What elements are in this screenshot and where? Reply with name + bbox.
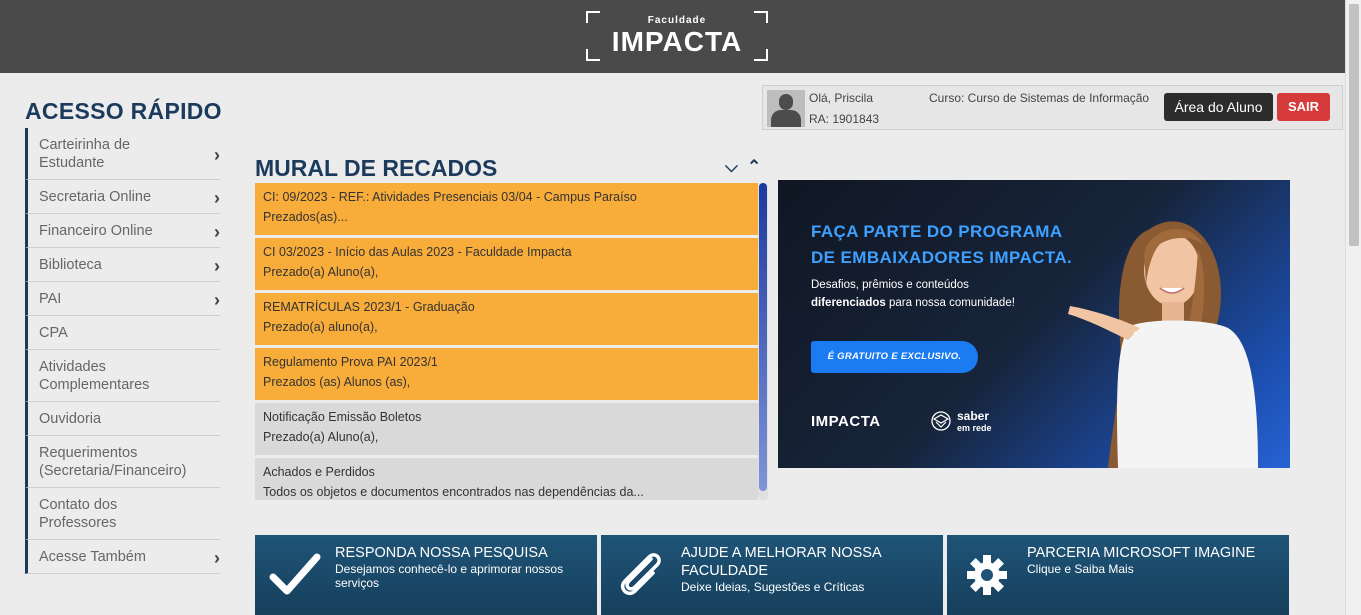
paperclip-icon — [620, 553, 661, 596]
banner-cta[interactable]: É GRATUITO E EXCLUSIVO. — [811, 341, 978, 373]
feedback-card[interactable]: AJUDE A MELHORAR NOSSA FACULDADE Deixe I… — [601, 535, 943, 615]
notice-title: REMATRÍCULAS 2023/1 - Graduação — [263, 300, 475, 314]
check-icon — [269, 553, 321, 595]
card-title: PARCERIA MICROSOFT IMAGINE — [1027, 545, 1256, 561]
notice-title: Regulamento Prova PAI 2023/1 — [263, 355, 438, 369]
notice-summary: Todos os objetos e documentos encontrado… — [263, 485, 644, 499]
logo-title: IMPACTA — [611, 26, 743, 57]
banner-text: Desafios, prêmios e conteúdos diferencia… — [811, 279, 1015, 309]
chevron-down-icon[interactable]: ⌵ — [725, 157, 738, 177]
quick-access-item[interactable]: Financeiro Online › — [25, 214, 220, 248]
user-course: Curso: Curso de Sistemas de Informação — [929, 91, 1150, 105]
quick-access-label: CPA — [39, 325, 68, 341]
user-panel: Olá, Priscila RA: 1901843 Curso: Curso d… — [762, 85, 1343, 130]
avatar — [767, 90, 805, 127]
user-greeting: Olá, Priscila — [809, 91, 874, 105]
quick-access-item[interactable]: Requerimentos (Secretaria/Financeiro) — [25, 436, 220, 488]
chevron-right-icon: › — [214, 547, 220, 568]
quick-access-label: Atividades Complementares — [39, 359, 150, 393]
quick-access-label: Secretaria Online — [39, 189, 152, 205]
notice-item[interactable]: REMATRÍCULAS 2023/1 - Graduação Prezado(a… — [255, 293, 758, 345]
quick-access-label: Acesse Também — [39, 549, 146, 565]
survey-card[interactable]: RESPONDA NOSSA PESQUISA Desejamos conhec… — [255, 535, 597, 615]
quick-access-label: Financeiro Online — [39, 223, 153, 239]
mural-title: MURAL DE RECADOS — [255, 155, 498, 181]
quick-access-label: Biblioteca — [39, 257, 102, 273]
mural-list: CI: 09/2023 - REF.: Atividades Presencia… — [255, 183, 769, 500]
quick-access-item[interactable]: Atividades Complementares — [25, 350, 220, 402]
notice-title: Achados e Perdidos — [263, 465, 375, 479]
quick-access-label: Requerimentos (Secretaria/Financeiro) — [39, 445, 187, 479]
notice-summary: Prezado(a) aluno(a), — [263, 320, 378, 334]
quick-access-label: Contato dos Professores — [39, 497, 118, 531]
card-subtitle: Clique e Saiba Mais — [1027, 562, 1134, 576]
quick-access-menu: Carteirinha de Estudante › Secretaria Onli… — [25, 128, 220, 574]
quick-access-item[interactable]: Acesse Também › — [25, 540, 220, 574]
chevron-right-icon: › — [214, 221, 220, 242]
notice-summary: Prezados(as)... — [263, 210, 348, 224]
quick-access-item[interactable]: Carteirinha de Estudante › — [25, 128, 220, 180]
quick-access-item[interactable]: Secretaria Online › — [25, 180, 220, 214]
notice-summary: Prezado(a) Aluno(a), — [263, 265, 379, 279]
chevron-right-icon: › — [214, 255, 220, 276]
quick-access-item[interactable]: Ouvidoria — [25, 402, 220, 436]
woman-illustration — [1068, 221, 1258, 468]
notice-item[interactable]: CI: 09/2023 - REF.: Atividades Presencia… — [255, 183, 758, 235]
quick-access-item[interactable]: CPA — [25, 316, 220, 350]
quick-access-item[interactable]: Biblioteca › — [25, 248, 220, 282]
microsoft-card[interactable]: PARCERIA MICROSOFT IMAGINE Clique e Saib… — [947, 535, 1289, 615]
user-ra: RA: 1901843 — [809, 112, 880, 126]
notice-title: CI: 09/2023 - REF.: Atividades Presencia… — [263, 190, 637, 204]
scrollbar-thumb[interactable] — [1349, 4, 1359, 246]
student-area-button[interactable]: Área do Aluno — [1164, 93, 1273, 121]
chevron-right-icon: › — [214, 289, 220, 310]
card-subtitle: Desejamos conhecê-lo e aprimorar nossos … — [335, 562, 564, 590]
quick-access-title: ACESSO RÁPIDO — [25, 98, 222, 124]
notice-item[interactable]: Notificação Emissão Boletos Prezado(a) Al… — [255, 403, 758, 455]
notice-item[interactable]: CI 03/2023 - Início das Aulas 2023 - Fac… — [255, 238, 758, 290]
mural-nav: ⌵ ⌃ — [725, 157, 767, 179]
card-title: AJUDE A MELHORAR NOSSA FACULDADE — [681, 545, 881, 579]
notice-title: CI 03/2023 - Início das Aulas 2023 - Fac… — [263, 245, 572, 259]
quick-access-label: PAI — [39, 291, 62, 307]
logo-subtitle: Faculdade — [647, 15, 707, 26]
page-scrollbar[interactable] — [1345, 0, 1361, 615]
banner-impacta-logo: IMPACTA — [811, 413, 881, 430]
notice-item[interactable]: Achados e Perdidos Todos os objetos e doc… — [255, 458, 758, 500]
logout-button[interactable]: SAIR — [1277, 93, 1330, 121]
impacta-logo[interactable]: Faculdade IMPACTA — [586, 11, 768, 61]
notice-summary: Prezados (as) Alunos (as), — [263, 375, 411, 389]
card-subtitle: Deixe Ideias, Sugestões e Críticas — [681, 580, 865, 594]
notice-title: Notificação Emissão Boletos — [263, 410, 422, 424]
mural-scrollbar-thumb[interactable] — [759, 183, 767, 491]
banner-headline: FAÇA PARTE DO PROGRAMA DE EMBAIXADORES I… — [811, 222, 1073, 267]
quick-access-item[interactable]: PAI › — [25, 282, 220, 316]
chevron-up-icon[interactable]: ⌃ — [747, 157, 761, 177]
notice-item[interactable]: Regulamento Prova PAI 2023/1 Prezados (as… — [255, 348, 758, 400]
gear-icon — [967, 555, 1007, 595]
quick-access-label: Ouvidoria — [39, 411, 102, 427]
card-title: RESPONDA NOSSA PESQUISA — [335, 545, 548, 561]
chevron-right-icon: › — [214, 144, 220, 165]
saber-em-rede-icon — [931, 411, 951, 431]
quick-access-item[interactable]: Contato dos Professores — [25, 488, 220, 540]
top-header: Faculdade IMPACTA — [0, 0, 1345, 73]
saber-em-rede-logo: saber em rede — [957, 409, 992, 433]
mural-scrollbar[interactable] — [758, 183, 768, 500]
notice-summary: Prezado(a) Aluno(a), — [263, 430, 379, 444]
ambassador-banner[interactable]: FAÇA PARTE DO PROGRAMA DE EMBAIXADORES I… — [778, 180, 1290, 468]
chevron-right-icon: › — [214, 187, 220, 208]
quick-access-label: Carteirinha de Estudante — [39, 137, 131, 171]
